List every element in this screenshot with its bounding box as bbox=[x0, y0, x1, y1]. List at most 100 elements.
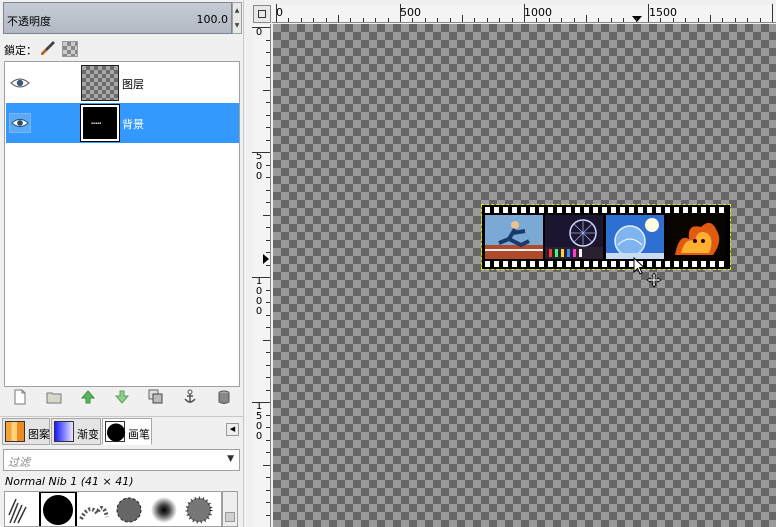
dock-menu-icon[interactable]: ◀ bbox=[226, 423, 239, 436]
brush-item[interactable] bbox=[182, 493, 216, 527]
ruler-tick bbox=[710, 15, 711, 22]
layer-row-background[interactable]: ▪▪▪▪▪ 背景 bbox=[6, 103, 239, 143]
chain-toggle[interactable] bbox=[36, 113, 56, 133]
ruler-tick bbox=[549, 18, 550, 22]
layer-row-layer[interactable]: 图层 bbox=[6, 63, 239, 103]
spin-up-icon[interactable]: ▲ bbox=[233, 3, 241, 18]
layer-name[interactable]: 背景 bbox=[122, 116, 144, 132]
selected-brush-name: Normal Nib 1 (41 × 41) bbox=[5, 475, 134, 488]
film-frame-glass-sphere bbox=[606, 215, 664, 259]
ruler-tick bbox=[266, 390, 270, 391]
brush-scrollbar[interactable] bbox=[222, 491, 238, 527]
quick-mask-toggle[interactable] bbox=[253, 5, 271, 23]
ruler-tick bbox=[512, 18, 513, 22]
ruler-tick bbox=[735, 18, 736, 22]
tab-patterns[interactable]: 图案 bbox=[2, 418, 50, 445]
chain-toggle[interactable] bbox=[36, 73, 56, 93]
layer-name[interactable]: 图层 bbox=[122, 76, 144, 92]
ruler-tick bbox=[252, 152, 270, 153]
opacity-label: 不透明度 bbox=[7, 15, 51, 28]
ruler-tick bbox=[252, 402, 270, 403]
ruler-tick bbox=[450, 18, 451, 22]
raise-layer-icon[interactable] bbox=[80, 389, 96, 405]
film-frame-runner bbox=[485, 215, 543, 259]
layer-thumbnail bbox=[81, 65, 119, 101]
ruler-tick bbox=[266, 365, 270, 366]
delete-layer-icon[interactable] bbox=[216, 389, 232, 405]
spin-down-icon[interactable]: ▼ bbox=[233, 18, 241, 33]
ruler-tick bbox=[400, 4, 401, 22]
ruler-tick bbox=[266, 265, 270, 266]
ruler-tick bbox=[266, 52, 270, 53]
ruler-label: 1000 bbox=[524, 6, 552, 19]
ruler-pointer-marker bbox=[632, 16, 642, 22]
ruler-tick bbox=[462, 15, 463, 22]
tab-brushes[interactable]: 画笔 bbox=[102, 418, 152, 445]
layer-toolbar bbox=[4, 389, 240, 407]
new-layer-icon[interactable] bbox=[12, 389, 28, 405]
layer-thumbnail: ▪▪▪▪▪ bbox=[80, 104, 120, 142]
anchor-layer-icon[interactable] bbox=[182, 389, 198, 405]
ruler-tick bbox=[266, 352, 270, 353]
tab-patterns-label: 图案 bbox=[28, 428, 50, 441]
eye-icon[interactable] bbox=[9, 113, 31, 133]
layer-list: 图层 ▪▪▪▪▪ 背景 bbox=[4, 61, 240, 387]
ruler-tick bbox=[425, 18, 426, 22]
brush-item[interactable] bbox=[112, 493, 146, 527]
ruler-label: 1500 bbox=[255, 401, 263, 442]
lower-layer-icon[interactable] bbox=[114, 389, 130, 405]
ruler-tick bbox=[474, 18, 475, 22]
image-canvas[interactable] bbox=[273, 24, 776, 527]
brush-filter-combo[interactable]: 过滤 ▼ bbox=[3, 449, 240, 471]
ruler-tick bbox=[673, 18, 674, 22]
lock-alpha-icon[interactable] bbox=[62, 41, 78, 57]
chevron-down-icon[interactable]: ▼ bbox=[227, 454, 234, 464]
ruler-tick bbox=[747, 18, 748, 22]
vertical-ruler[interactable]: 0 500 1000 1500 bbox=[252, 24, 271, 527]
brush-item[interactable] bbox=[147, 493, 181, 527]
tab-brushes-label: 画笔 bbox=[128, 428, 150, 441]
ruler-tick bbox=[536, 18, 537, 22]
ruler-tick bbox=[266, 252, 270, 253]
ruler-tick bbox=[266, 190, 270, 191]
ruler-tick bbox=[338, 15, 339, 22]
ruler-label: 1000 bbox=[255, 276, 263, 317]
ruler-tick bbox=[499, 18, 500, 22]
ruler-tick bbox=[266, 65, 270, 66]
horizontal-ruler[interactable]: 0 500 1000 1500 bbox=[272, 4, 776, 23]
ruler-tick bbox=[598, 18, 599, 22]
ruler-tick bbox=[252, 27, 270, 28]
new-layer-group-icon[interactable] bbox=[46, 389, 62, 405]
ruler-tick bbox=[263, 215, 270, 216]
ruler-tick bbox=[266, 302, 270, 303]
ruler-tick bbox=[263, 465, 270, 466]
ruler-tick bbox=[266, 427, 270, 428]
ruler-label: 500 bbox=[255, 151, 263, 182]
ruler-tick bbox=[524, 4, 525, 22]
ruler-tick bbox=[288, 18, 289, 22]
tab-gradients[interactable]: 渐变 bbox=[51, 418, 101, 445]
eye-icon[interactable] bbox=[9, 73, 31, 93]
ruler-tick bbox=[266, 202, 270, 203]
ruler-tick bbox=[266, 490, 270, 491]
gradient-swatch-icon bbox=[54, 421, 74, 442]
ruler-tick bbox=[266, 377, 270, 378]
brush-item-selected[interactable] bbox=[39, 492, 77, 527]
ruler-tick bbox=[698, 18, 699, 22]
ruler-label: 0 bbox=[276, 6, 283, 19]
ruler-tick bbox=[266, 502, 270, 503]
ruler-tick bbox=[685, 18, 686, 22]
ruler-tick bbox=[722, 18, 723, 22]
opacity-spinscale[interactable]: 不透明度 100.0 bbox=[3, 2, 232, 34]
ruler-tick bbox=[266, 415, 270, 416]
brush-item[interactable] bbox=[6, 493, 40, 527]
opacity-spin-buttons[interactable]: ▲ ▼ bbox=[232, 2, 242, 34]
scrollbar-thumb[interactable] bbox=[225, 512, 235, 522]
duplicate-layer-icon[interactable] bbox=[148, 389, 164, 405]
brush-item[interactable] bbox=[77, 493, 111, 527]
ruler-tick bbox=[266, 315, 270, 316]
film-frame-ferris-wheel bbox=[545, 215, 603, 259]
ruler-pointer-marker bbox=[263, 254, 269, 264]
filmstrip-image[interactable] bbox=[481, 204, 731, 270]
lock-pixels-brush-icon[interactable] bbox=[40, 40, 56, 56]
